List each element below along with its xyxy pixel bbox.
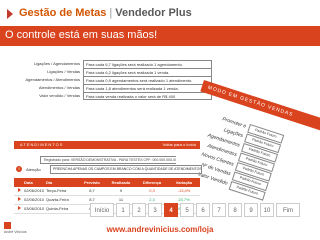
page-button[interactable]: 8 [228,203,242,217]
row-marker-icon [14,205,24,213]
ratio-value: Para cada 6,7 ligações será realizado 1 … [83,60,212,68]
ratio-row: Agendamentos / Atendimentos Para cada 0,9… [22,76,212,84]
gestao-vendas-panel: MODO EM GESTÃO VENDAS Promoter e Padrão F… [196,70,320,210]
page-title: Gestão de Metas | Vendedor Plus [19,7,192,19]
registration-notice: Registrado para: VERSÃO DEMONSTRATIVA - … [40,156,176,164]
attention-text: PREENCHA APENAS OS CAMPOS EM BRANCO COM … [50,165,202,174]
alert-icon: ! [16,166,22,172]
cell-date: 03/06/2010 [24,206,45,211]
cell-day: Quarta-Feira [46,197,69,202]
pagination: Início 1 2 3 4 5 6 7 8 9 10 Fim [90,203,300,217]
attention-row: ! Atenção PREENCHA APENAS OS CAMPOS EM B… [14,165,202,174]
ratio-label: Ligações / Vendas [47,69,80,74]
page-first-button[interactable]: Início [90,203,114,217]
attention-label: Atenção [26,167,41,172]
ratio-label: Atendimentos / Vendas [38,85,80,90]
registration-text: Registrado para: VERSÃO DEMONSTRATIVA - … [40,156,176,164]
page-button[interactable]: 6 [196,203,210,217]
col-header: Realizado [111,180,131,185]
ratio-value: Para cada venda realizada o valor será d… [83,92,212,100]
page-button[interactable]: 9 [244,203,258,217]
cell-variation: -13,4% [177,188,191,193]
col-header: Diferença [142,180,162,185]
page-button[interactable]: 1 [116,203,130,217]
table-header: Data Dia Previsto Realizado Diferença Va… [14,178,200,187]
row-marker-icon [14,187,24,195]
page-button[interactable]: 7 [212,203,226,217]
section-title: ATENDIMENTOS [20,142,64,147]
table-row: 02/06/2010 Terça-Feira 8,7 9 0,3 -13,4% [14,187,200,196]
title-main: Gestão de Metas [19,7,107,19]
ratio-value: Para cada 1,8 atendimentos será realizad… [83,84,212,92]
title-separator: | [109,7,113,19]
row-marker-icon [14,196,24,204]
atendimentos-section-bar: ATENDIMENTOS Voltar para o Início [14,141,200,149]
ratio-row: Ligações / Agendamentos Para cada 6,7 lig… [22,60,212,68]
col-header: Dia [46,180,53,185]
col-header: Variação [175,180,193,185]
banner-text: O controle está em suas mãos! [5,29,158,41]
page-last-button[interactable]: Fim [276,203,300,217]
ratio-label: Agendamentos / Atendimentos [25,77,80,82]
back-to-start-link[interactable]: Voltar para o Início [163,142,196,147]
ratio-value: Para cada 0,9 agendamentos será realizad… [83,76,212,84]
ratios-table: Ligações / Agendamentos Para cada 6,7 lig… [22,60,212,100]
page-button[interactable]: 5 [180,203,194,217]
page-button[interactable]: 3 [148,203,162,217]
store-url-link[interactable]: www.andrevinicius.com/loja [0,225,320,234]
col-header: Data [24,180,33,185]
col-header: Previsto [84,180,100,185]
title-arrow-icon [7,9,13,19]
ratio-row: Atendimentos / Vendas Para cada 1,8 atend… [22,84,212,92]
ratio-label: Ligações / Agendamentos [33,61,80,66]
page-button[interactable]: 10 [260,203,274,217]
cell-day: Terça-Feira [46,188,67,193]
ratio-row: Ligações / Vendas Para cada 6,2 ligações … [22,68,212,76]
cell-date: 02/06/2010 [24,197,45,202]
title-subtitle: Vendedor Plus [115,7,192,19]
col-header [14,178,24,187]
ratio-label: Valor vendido / Vendas [39,93,80,98]
page-button-active[interactable]: 4 [164,203,178,217]
ratio-row: Valor vendido / Vendas Para cada venda re… [22,92,212,100]
slogan-banner: O controle está em suas mãos! [0,26,320,46]
cell-done-input[interactable]: 9 [106,187,136,195]
cell-diff: 0,3 [149,188,155,193]
ratio-value: Para cada 6,2 ligações será realizada 1 … [83,68,212,76]
cell-planned: 8,7 [89,188,95,193]
page-button[interactable]: 2 [132,203,146,217]
cell-day: Quinta-Feira [46,206,69,211]
cell-date: 02/06/2010 [24,188,45,193]
